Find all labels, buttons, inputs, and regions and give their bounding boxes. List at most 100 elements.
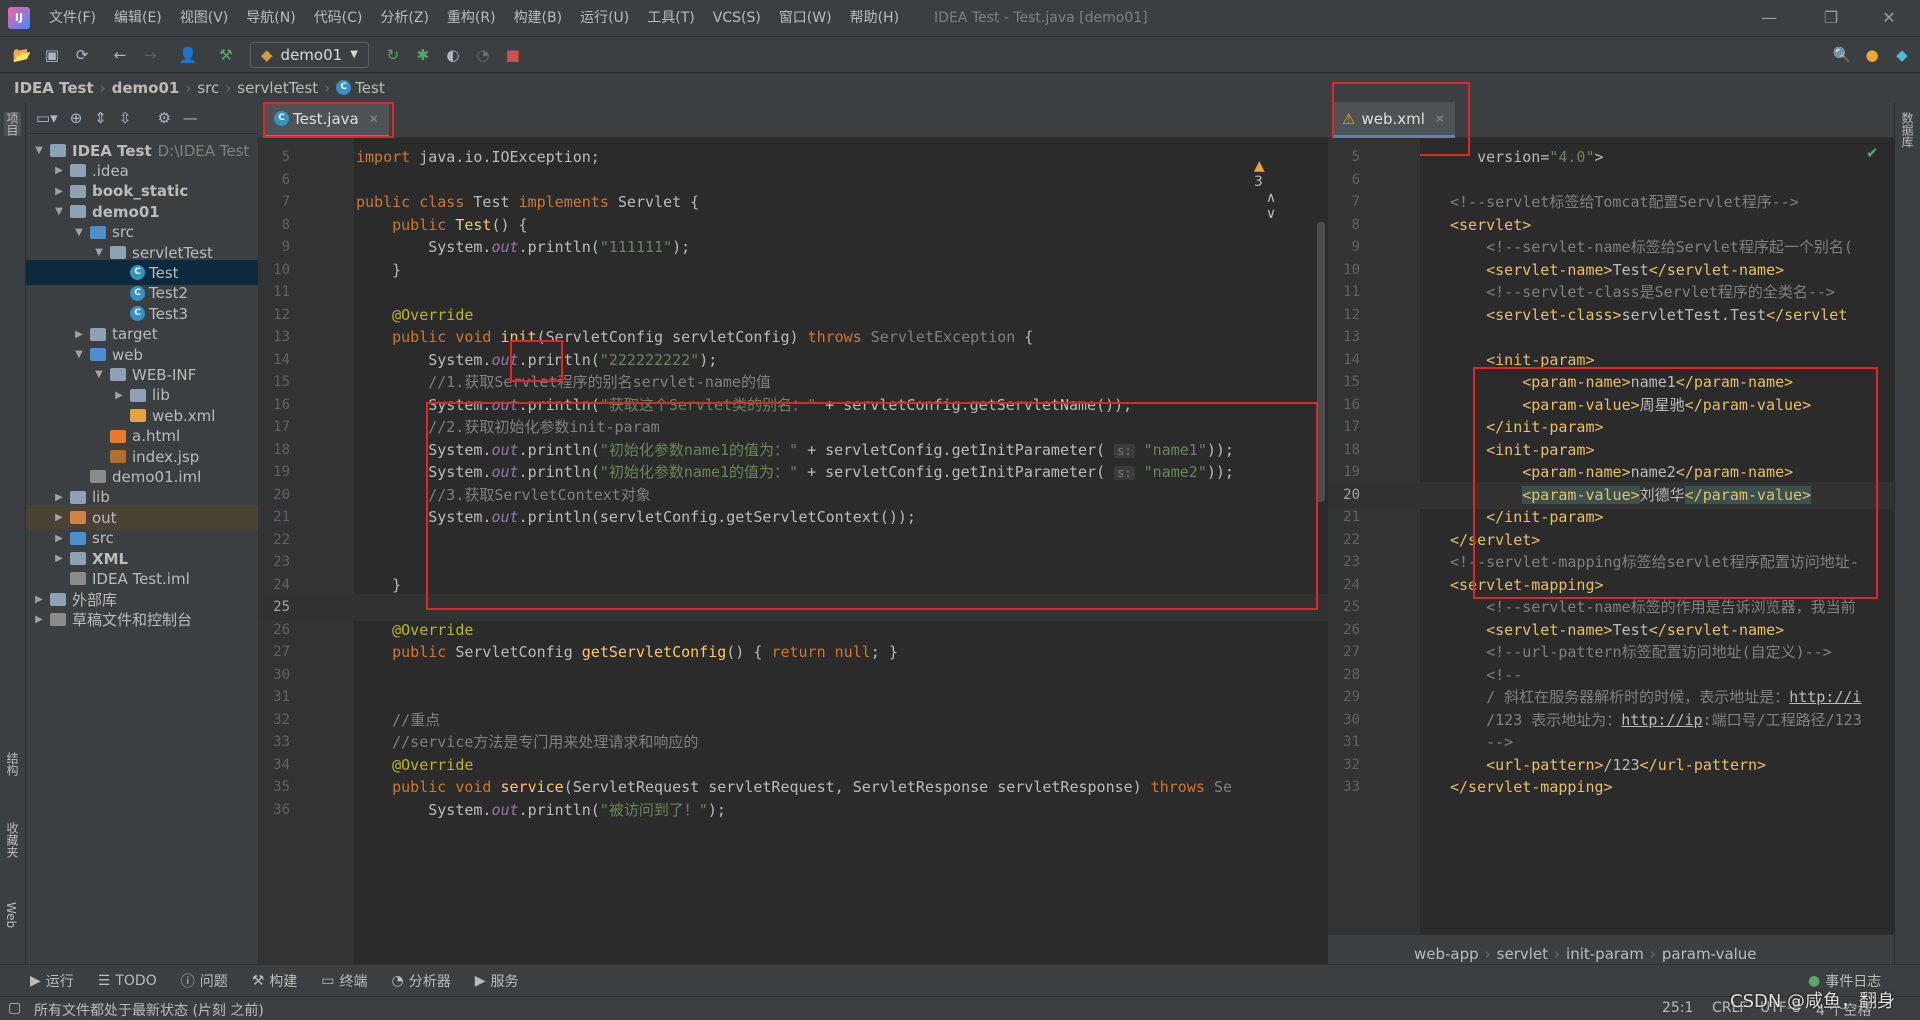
- tree-item-label: target: [112, 325, 158, 344]
- structure-tool-tab[interactable]: 结构: [4, 752, 21, 776]
- xml-breadcrumb-item[interactable]: param-value: [1662, 945, 1757, 963]
- caret-position[interactable]: 25:1: [1662, 1000, 1693, 1016]
- bottom-tab-run[interactable]: ▶ 运行: [30, 971, 74, 991]
- menu-item[interactable]: 分析(Z): [371, 0, 438, 36]
- bottom-tab-label: 构建: [269, 973, 298, 990]
- expand-arrow-icon[interactable]: ▶: [32, 614, 46, 625]
- menu-item[interactable]: 帮助(H): [841, 0, 908, 36]
- expand-arrow-icon[interactable]: ▼: [72, 349, 86, 360]
- menu-item[interactable]: 代码(C): [305, 0, 372, 36]
- expand-arrow-icon[interactable]: ▼: [92, 369, 106, 380]
- menu-item[interactable]: 重构(R): [438, 0, 505, 36]
- build-hammer-icon[interactable]: ⚒: [212, 41, 240, 69]
- bottom-tab-terminal[interactable]: ▭ 终端: [321, 971, 367, 991]
- update-icon[interactable]: ●: [1858, 41, 1886, 69]
- xml-breadcrumb-item[interactable]: web-app: [1414, 945, 1479, 963]
- back-icon[interactable]: ←: [106, 41, 134, 69]
- minimize-button[interactable]: —: [1746, 0, 1792, 36]
- bottom-tab-problems[interactable]: ⓘ 问题: [181, 971, 228, 991]
- expand-arrow-icon[interactable]: ▼: [92, 247, 106, 258]
- jetbrains-toolbox-icon[interactable]: ◆: [1888, 41, 1916, 69]
- folder-icon: [90, 348, 106, 361]
- menu-item[interactable]: 窗口(W): [770, 0, 841, 36]
- code-line[interactable]: 36 System.out.println("被访问到了！");: [258, 797, 1328, 824]
- menu-item[interactable]: 运行(U): [571, 0, 638, 36]
- tab-test-java[interactable]: C Test.java ✕: [264, 102, 389, 138]
- tree-item-label: Test3: [149, 304, 189, 323]
- database-tool-tab[interactable]: 数据库: [1899, 112, 1916, 148]
- menu-item[interactable]: VCS(S): [704, 0, 770, 36]
- expand-all-icon[interactable]: ⇕: [94, 109, 107, 127]
- hide-panel-icon[interactable]: —: [183, 109, 198, 127]
- profile-icon[interactable]: ◔: [469, 41, 497, 69]
- breadcrumb-item[interactable]: Test: [355, 79, 385, 97]
- menu-item[interactable]: 文件(F): [40, 0, 105, 36]
- folder-icon: [70, 205, 86, 219]
- xml-breadcrumb-item[interactable]: servlet: [1497, 945, 1548, 963]
- debug-bug-icon[interactable]: ✱: [409, 41, 437, 69]
- coverage-icon[interactable]: ◐: [439, 41, 467, 69]
- close-tab-icon[interactable]: ✕: [1435, 112, 1445, 126]
- menu-item[interactable]: 工具(T): [638, 0, 703, 36]
- expand-arrow-icon[interactable]: ▼: [72, 227, 86, 238]
- expand-arrow-icon[interactable]: ▶: [52, 533, 66, 544]
- xml-editor[interactable]: ✔ 5 version="4.0"> 6 7 <!--servlet标签给Tomcat…: [1328, 138, 1894, 944]
- expand-arrow-icon[interactable]: ▶: [52, 553, 66, 564]
- expand-arrow-icon[interactable]: ▶: [52, 492, 66, 503]
- left-editor-scrollbar[interactable]: [1317, 222, 1325, 502]
- breadcrumb-item[interactable]: IDEA Test: [14, 79, 94, 97]
- close-tab-icon[interactable]: ✕: [369, 112, 379, 126]
- search-icon[interactable]: 🔍: [1828, 41, 1856, 69]
- bottom-tab-label: 问题: [199, 973, 228, 990]
- project-tool-tab[interactable]: 项目: [4, 112, 21, 136]
- restore-button[interactable]: ❐: [1808, 0, 1854, 36]
- menu-item[interactable]: 视图(V): [171, 0, 238, 36]
- expand-arrow-icon[interactable]: ▶: [112, 390, 126, 401]
- expand-arrow-icon[interactable]: ▼: [32, 145, 46, 156]
- xml-breadcrumb-item[interactable]: init-param: [1566, 945, 1644, 963]
- open-folder-icon[interactable]: 📂: [8, 41, 36, 69]
- favorites-tool-tab[interactable]: 收藏夹: [4, 822, 21, 858]
- bottom-tab-services[interactable]: ▶ 服务: [475, 971, 519, 991]
- expand-arrow-icon[interactable]: ▼: [52, 206, 66, 217]
- bottom-tab-todo[interactable]: ☰ TODO: [98, 973, 157, 989]
- file-icon: [110, 429, 126, 443]
- menu-item[interactable]: 导航(N): [237, 0, 304, 36]
- tree-item-label: .idea: [92, 161, 129, 180]
- run-config-selector[interactable]: ◆ demo01 ▼: [250, 41, 369, 68]
- menu-bar: IJ 文件(F) 编辑(E) 视图(V) 导航(N) 代码(C) 分析(Z) 重构(R) 构建…: [0, 0, 1920, 36]
- menu-item[interactable]: 构建(B): [505, 0, 572, 36]
- profiler-icon: ◔: [391, 972, 404, 989]
- tab-web-xml[interactable]: ⚠ web.xml ✕: [1332, 102, 1455, 138]
- menu-item[interactable]: 编辑(E): [105, 0, 171, 36]
- expand-arrow-icon[interactable]: ▶: [72, 329, 86, 340]
- bottom-tab-profiler[interactable]: ◔ 分析器: [392, 971, 451, 991]
- sync-icon[interactable]: ⟳: [68, 41, 96, 69]
- save-icon[interactable]: ▣: [38, 41, 66, 69]
- right-tool-strip: 数据库: [1894, 102, 1920, 964]
- locate-icon[interactable]: ⊕: [70, 109, 83, 127]
- expand-arrow-icon[interactable]: ▶: [52, 186, 66, 197]
- breadcrumb-item[interactable]: src: [197, 79, 219, 97]
- collapse-all-icon[interactable]: ⇳: [119, 109, 132, 127]
- breadcrumb-item[interactable]: demo01: [112, 79, 180, 97]
- settings-gear-icon[interactable]: ⚙: [157, 109, 170, 127]
- bottom-tab-build[interactable]: ⚒ 构建: [252, 971, 298, 991]
- tree-item[interactable]: ▶ 草稿文件和控制台: [26, 607, 258, 632]
- expand-arrow-icon[interactable]: ▶: [52, 165, 66, 176]
- rerun-icon[interactable]: ↻: [379, 41, 407, 69]
- java-editor[interactable]: ▲ 3 ∧ ∨ 5 import java.io.IOException; 6 7 pu…: [258, 138, 1328, 964]
- forward-icon[interactable]: →: [136, 41, 164, 69]
- tree-item-label: demo01: [92, 202, 160, 221]
- stop-icon[interactable]: ■: [499, 41, 527, 69]
- code-line[interactable]: 33 </servlet-mapping>: [1328, 774, 1894, 801]
- class-icon: C: [130, 265, 145, 281]
- web-tool-tab[interactable]: Web: [4, 902, 18, 928]
- expand-arrow-icon[interactable]: ▶: [32, 594, 46, 605]
- close-window-button[interactable]: ✕: [1866, 0, 1912, 36]
- breadcrumb-item[interactable]: servletTest: [237, 79, 318, 97]
- project-view-icon[interactable]: ▭▾: [36, 109, 58, 127]
- expand-arrow-icon[interactable]: ▶: [52, 512, 66, 523]
- folder-icon: [50, 592, 66, 606]
- user-icon[interactable]: 👤: [174, 41, 202, 69]
